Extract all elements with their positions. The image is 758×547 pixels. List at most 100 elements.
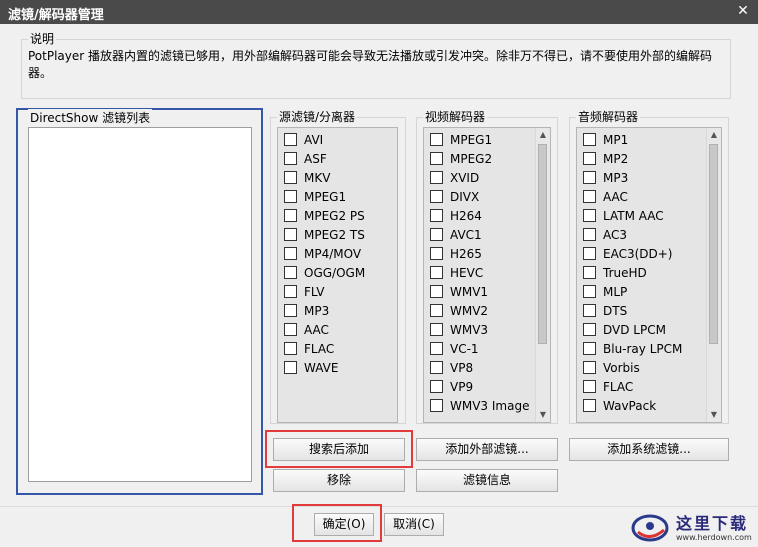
checkbox[interactable] (583, 266, 596, 279)
video-decoder-checkbox-item[interactable]: AVC1 (430, 226, 482, 245)
audio-decoder-checkbox-item[interactable]: Vorbis (583, 359, 640, 378)
checkbox[interactable] (583, 399, 596, 412)
add-system-filter-button[interactable]: 添加系统滤镜... (569, 438, 729, 461)
add-external-filter-button[interactable]: 添加外部滤镜... (416, 438, 558, 461)
video-decoder-checkbox-item[interactable]: WMV1 (430, 283, 488, 302)
scroll-thumb[interactable] (538, 144, 547, 344)
video-decoder-checkbox-item[interactable]: WMV2 (430, 302, 488, 321)
scroll-down-icon[interactable]: ▼ (707, 408, 721, 422)
video-decoder-checkbox-item[interactable]: H264 (430, 207, 482, 226)
checkbox[interactable] (430, 323, 443, 336)
audio-decoder-checkbox-item[interactable]: LATM AAC (583, 207, 664, 226)
checkbox[interactable] (583, 342, 596, 355)
checkbox[interactable] (284, 209, 297, 222)
audio-decoders-list[interactable]: WavPack FLAC Vorbis Blu-ray LPCM DVD LPCM DTS… (576, 127, 722, 423)
video-decoders-scrollbar[interactable]: ▲ ▼ (535, 128, 550, 422)
source-filter-checkbox-item[interactable]: MP3 (284, 302, 329, 321)
source-filter-checkbox-item[interactable]: MPEG2 PS (284, 207, 365, 226)
checkbox[interactable] (430, 361, 443, 374)
scroll-up-icon[interactable]: ▲ (536, 128, 550, 142)
audio-decoder-checkbox-item[interactable]: EAC3(DD+) (583, 245, 673, 264)
checkbox[interactable] (583, 361, 596, 374)
search-add-button[interactable]: 搜索后添加 (273, 438, 405, 461)
audio-decoder-checkbox-item[interactable]: FLAC (583, 378, 633, 397)
checkbox[interactable] (430, 190, 443, 203)
checkbox[interactable] (430, 304, 443, 317)
checkbox[interactable] (284, 152, 297, 165)
checkbox[interactable] (284, 133, 297, 146)
cancel-button[interactable]: 取消(C) (384, 513, 444, 536)
video-decoder-checkbox-item[interactable]: MPEG1 (430, 131, 492, 150)
checkbox[interactable] (284, 342, 297, 355)
ok-button[interactable]: 确定(O) (314, 513, 374, 536)
video-decoder-checkbox-item[interactable]: XVID (430, 169, 479, 188)
source-filter-checkbox-item[interactable]: WAVE (284, 359, 338, 378)
directshow-filter-list[interactable] (28, 127, 252, 482)
checkbox[interactable] (284, 285, 297, 298)
video-decoder-checkbox-item[interactable]: VP8 (430, 359, 473, 378)
video-decoder-checkbox-item[interactable]: HEVC (430, 264, 483, 283)
audio-decoder-checkbox-item[interactable]: AAC (583, 188, 628, 207)
checkbox[interactable] (583, 171, 596, 184)
checkbox[interactable] (430, 342, 443, 355)
audio-decoder-checkbox-item[interactable]: MP2 (583, 150, 628, 169)
audio-decoder-checkbox-item[interactable]: AC3 (583, 226, 627, 245)
audio-decoder-checkbox-item[interactable]: MP3 (583, 169, 628, 188)
video-decoder-checkbox-item[interactable]: WMV3 (430, 321, 488, 340)
checkbox[interactable] (583, 133, 596, 146)
video-decoder-checkbox-item[interactable]: DIVX (430, 188, 479, 207)
source-filter-checkbox-item[interactable]: AVI (284, 131, 323, 150)
checkbox[interactable] (284, 361, 297, 374)
video-decoder-checkbox-item[interactable]: VP9 (430, 378, 473, 397)
checkbox[interactable] (583, 228, 596, 241)
checkbox[interactable] (430, 399, 443, 412)
source-filter-checkbox-item[interactable]: MPEG1 (284, 188, 346, 207)
checkbox[interactable] (583, 190, 596, 203)
checkbox[interactable] (284, 190, 297, 203)
audio-decoder-checkbox-item[interactable]: MLP (583, 283, 627, 302)
audio-decoder-checkbox-item[interactable]: TrueHD (583, 264, 647, 283)
audio-decoders-scrollbar[interactable]: ▲ ▼ (706, 128, 721, 422)
video-decoder-checkbox-item[interactable]: H265 (430, 245, 482, 264)
source-filters-list[interactable]: WAVE FLAC AAC MP3 FLV OGG/OGM MP4/MOV MPEG2 TS M… (277, 127, 398, 423)
checkbox[interactable] (284, 228, 297, 241)
source-filter-checkbox-item[interactable]: MKV (284, 169, 330, 188)
checkbox[interactable] (583, 247, 596, 260)
source-filter-checkbox-item[interactable]: ASF (284, 150, 327, 169)
checkbox[interactable] (583, 285, 596, 298)
audio-decoder-checkbox-item[interactable]: MP1 (583, 131, 628, 150)
checkbox[interactable] (284, 266, 297, 279)
audio-decoder-checkbox-item[interactable]: Blu-ray LPCM (583, 340, 682, 359)
source-filter-checkbox-item[interactable]: FLAC (284, 340, 334, 359)
checkbox[interactable] (430, 285, 443, 298)
audio-decoder-checkbox-item[interactable]: WavPack (583, 397, 656, 416)
checkbox[interactable] (430, 209, 443, 222)
checkbox[interactable] (583, 323, 596, 336)
checkbox[interactable] (583, 304, 596, 317)
remove-button[interactable]: 移除 (273, 469, 405, 492)
checkbox[interactable] (430, 228, 443, 241)
source-filter-checkbox-item[interactable]: AAC (284, 321, 329, 340)
audio-decoder-checkbox-item[interactable]: DTS (583, 302, 627, 321)
video-decoder-checkbox-item[interactable]: MPEG2 (430, 150, 492, 169)
checkbox[interactable] (284, 304, 297, 317)
checkbox[interactable] (583, 152, 596, 165)
checkbox[interactable] (430, 380, 443, 393)
video-decoder-checkbox-item[interactable]: WMV3 Image (430, 397, 529, 416)
source-filter-checkbox-item[interactable]: MP4/MOV (284, 245, 361, 264)
filter-info-button[interactable]: 滤镜信息 (416, 469, 558, 492)
checkbox[interactable] (430, 152, 443, 165)
checkbox[interactable] (583, 209, 596, 222)
checkbox[interactable] (430, 171, 443, 184)
scroll-down-icon[interactable]: ▼ (536, 408, 550, 422)
checkbox[interactable] (284, 171, 297, 184)
audio-decoder-checkbox-item[interactable]: DVD LPCM (583, 321, 666, 340)
close-icon[interactable]: ✕ (734, 2, 752, 20)
video-decoder-checkbox-item[interactable]: VC-1 (430, 340, 479, 359)
scroll-thumb[interactable] (709, 144, 718, 344)
video-decoders-list[interactable]: WMV3 Image VP9 VP8 VC-1 WMV3 WMV2 WMV1 HEVC H265… (423, 127, 551, 423)
checkbox[interactable] (284, 323, 297, 336)
checkbox[interactable] (583, 380, 596, 393)
checkbox[interactable] (284, 247, 297, 260)
checkbox[interactable] (430, 133, 443, 146)
